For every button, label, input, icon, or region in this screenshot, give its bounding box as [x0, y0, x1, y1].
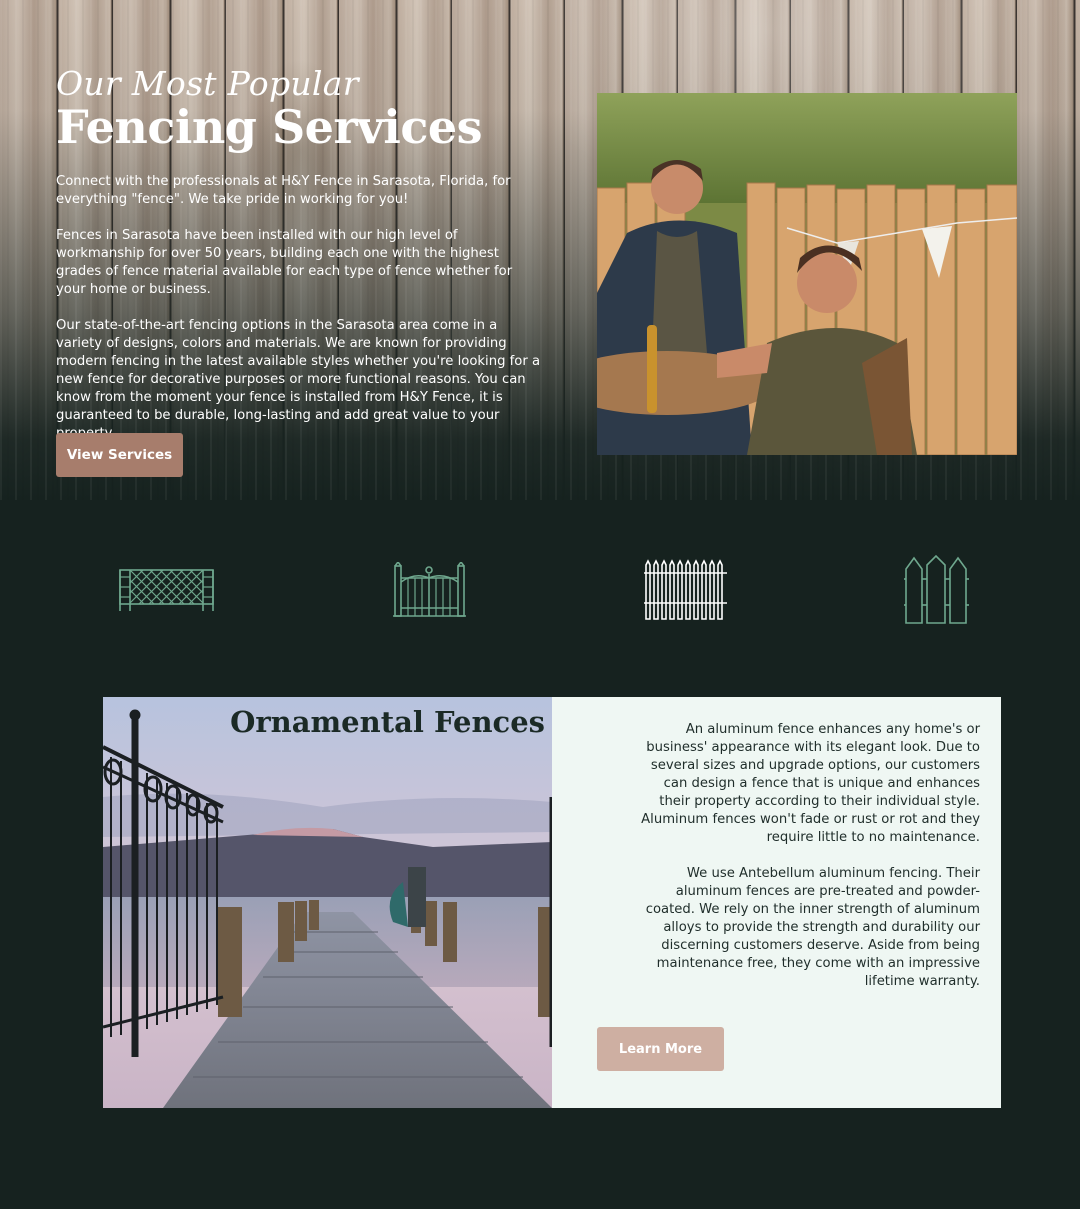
ornamental-fences-card: Ornamental Fences An aluminum fence enha… [103, 697, 1001, 1108]
dock-photo-illustration [103, 697, 552, 1108]
hero-description: Connect with the professionals at H&Y Fe… [56, 173, 542, 461]
lattice-fence-icon[interactable] [118, 567, 215, 615]
hero-photo-two-men-backyard [597, 93, 1017, 455]
wood-privacy-fence-icon[interactable] [904, 554, 970, 629]
hero-kicker: Our Most Popular [56, 64, 359, 103]
hero-paragraph: Our state-of-the-art fencing options in … [56, 318, 541, 441]
hero-photo-illustration [597, 93, 1017, 455]
aluminum-gate-fence-icon[interactable] [392, 560, 467, 622]
view-services-button[interactable]: View Services [56, 433, 183, 477]
ornamental-fences-content: An aluminum fence enhances any home's or… [552, 697, 1001, 1108]
picket-fence-icon[interactable] [644, 559, 727, 625]
ornamental-fence-dock-photo: Ornamental Fences [103, 697, 552, 1108]
ornamental-fences-description: An aluminum fence enhances any home's or… [640, 721, 980, 1009]
fence-types-row [0, 540, 1080, 640]
hero-paragraph: Connect with the professionals at H&Y Fe… [56, 174, 511, 207]
learn-more-button[interactable]: Learn More [597, 1027, 724, 1071]
ornamental-paragraph: An aluminum fence enhances any home's or… [641, 722, 980, 845]
hero-paragraph: Fences in Sarasota have been installed w… [56, 228, 513, 297]
hero-title: Fencing Services [56, 100, 483, 154]
ornamental-paragraph: We use Antebellum aluminum fencing. Thei… [645, 866, 980, 989]
ornamental-fences-title: Ornamental Fences [230, 705, 545, 739]
hero-section: Our Most Popular Fencing Services Connec… [0, 0, 1080, 500]
